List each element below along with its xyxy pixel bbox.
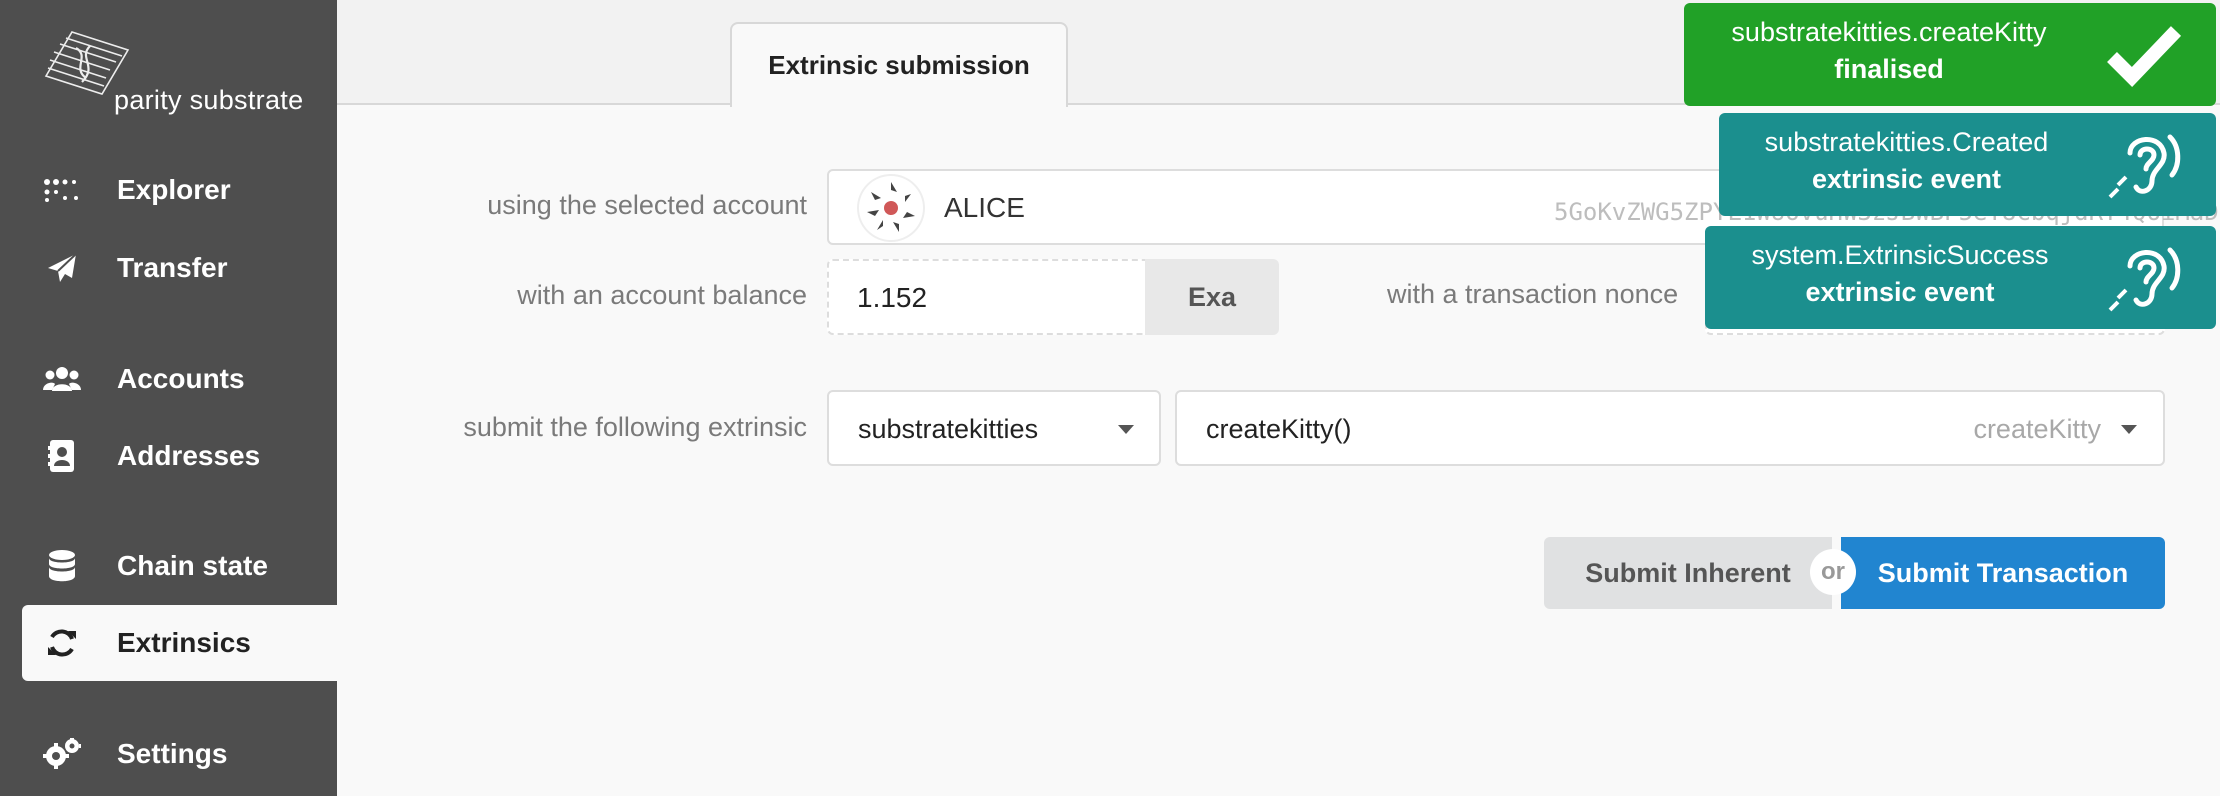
toast-event-extrinsic-success[interactable]: system.ExtrinsicSuccess extrinsic event (1705, 226, 2216, 329)
toast-text: substratekitties.Created extrinsic event (1719, 124, 2094, 198)
logo-text: parity substrate (114, 85, 304, 115)
or-divider: or (1810, 549, 1856, 595)
module-dropdown[interactable]: substratekitties (827, 390, 1161, 466)
toast-title: substratekitties.createKitty (1731, 17, 2047, 47)
balance-field: 1.152 (827, 259, 1145, 335)
sidebar-item-label: Settings (117, 738, 228, 769)
sidebar-item-settings[interactable]: Settings (22, 716, 337, 792)
sync-icon (42, 623, 82, 663)
method-dropdown[interactable]: createKitty() createKitty (1175, 390, 2165, 466)
method-hint: createKitty (1973, 414, 2101, 444)
gears-icon (42, 734, 82, 774)
tab-extrinsic-submission[interactable]: Extrinsic submission (730, 22, 1068, 107)
toast-finalised[interactable]: substratekitties.createKitty finalised (1684, 3, 2216, 106)
submit-transaction-button[interactable]: Submit Transaction (1841, 537, 2165, 609)
check-icon (2104, 13, 2184, 93)
sidebar-item-addresses[interactable]: Addresses (22, 418, 337, 494)
sidebar-item-label: Addresses (117, 440, 261, 471)
sidebar-item-label: Chain state (117, 550, 268, 581)
toast-status: extrinsic event (1811, 164, 2002, 194)
toast-event-created[interactable]: substratekitties.Created extrinsic event (1719, 113, 2216, 216)
toast-text: system.ExtrinsicSuccess extrinsic event (1705, 237, 2095, 311)
sidebar-item-label: Explorer (117, 174, 231, 205)
nonce-label: with a transaction nonce (1387, 279, 1679, 309)
send-icon (42, 248, 82, 288)
parity-substrate-logo[interactable]: parity substrate (42, 28, 304, 118)
method-value: createKitty() (1206, 414, 1352, 444)
balance-unit: Exa (1145, 259, 1279, 335)
database-icon (42, 546, 82, 586)
toast-status: finalised (1834, 54, 1944, 84)
sidebar: parity substrate Explorer Transfer Accou… (0, 0, 337, 796)
sidebar-item-extrinsics[interactable]: Extrinsics (22, 605, 337, 681)
account-identicon (859, 176, 923, 240)
hearing-icon (2104, 123, 2184, 203)
toast-title: system.ExtrinsicSuccess (1751, 240, 2049, 270)
chevron-down-icon (1118, 425, 1134, 434)
dots-icon (42, 170, 82, 210)
users-icon (42, 359, 82, 399)
account-label: using the selected account (487, 190, 807, 220)
hearing-icon (2104, 236, 2184, 316)
toast-title: substratekitties.Created (1764, 127, 2049, 157)
address-book-icon (42, 436, 82, 476)
account-name: ALICE (944, 192, 1025, 223)
module-value: substratekitties (858, 414, 1039, 444)
extrinsic-label: submit the following extrinsic (463, 412, 807, 442)
sidebar-item-explorer[interactable]: Explorer (22, 152, 337, 228)
toast-status: extrinsic event (1805, 277, 1995, 307)
balance-label: with an account balance (517, 280, 807, 310)
sidebar-item-accounts[interactable]: Accounts (22, 341, 337, 417)
sidebar-item-label: Transfer (117, 252, 228, 283)
chevron-down-icon (2121, 425, 2137, 434)
sidebar-item-label: Extrinsics (117, 627, 251, 658)
sidebar-item-label: Accounts (117, 363, 245, 394)
balance-value: 1.152 (857, 282, 928, 313)
toast-text: substratekitties.createKitty finalised (1684, 14, 2094, 88)
submit-inherent-button[interactable]: Submit Inherent (1544, 537, 1832, 609)
sidebar-item-chain-state[interactable]: Chain state (22, 528, 337, 604)
sidebar-item-transfer[interactable]: Transfer (22, 230, 337, 306)
